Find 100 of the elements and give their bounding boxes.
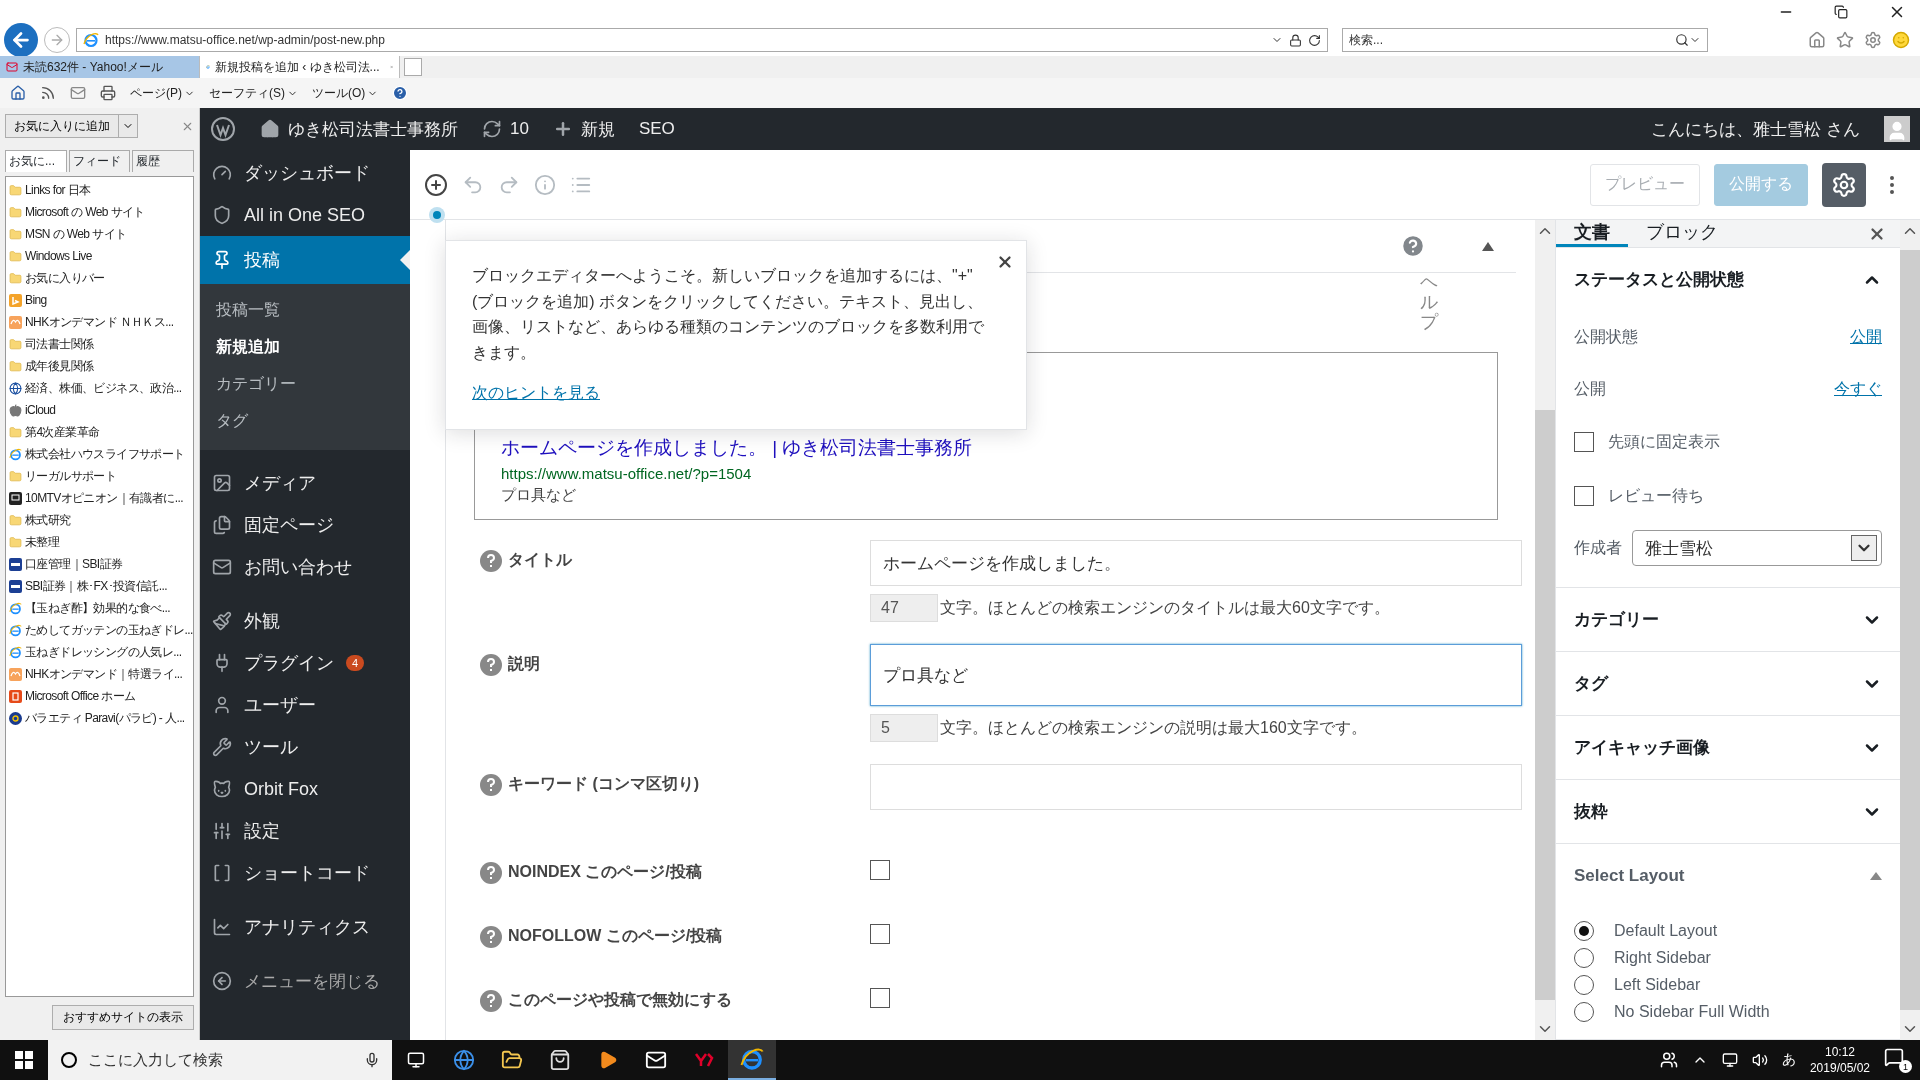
command-menu[interactable]: ページ(P) (130, 84, 195, 102)
favorite-item[interactable]: Links for 日本 (9, 179, 190, 201)
updates-link[interactable]: 10 (482, 119, 529, 139)
favorite-item[interactable]: 【玉ねぎ酢】効果的な食べ... (9, 597, 190, 619)
help-icon[interactable] (480, 774, 502, 796)
refresh-icon[interactable] (1308, 33, 1321, 47)
favorite-item[interactable]: Windows Live (9, 245, 190, 267)
favorite-item[interactable]: 10MTVオピニオン｜有識者に... (9, 487, 190, 509)
help-label[interactable]: ヘルプ (1420, 273, 1438, 352)
settings-button[interactable] (1822, 162, 1866, 207)
sidebar-tab[interactable]: ブロック (1628, 220, 1736, 247)
sidebar-item[interactable]: 設定 (200, 810, 410, 852)
people-icon[interactable] (1659, 1051, 1678, 1069)
help-icon[interactable] (480, 550, 502, 572)
restore-icon[interactable] (1834, 5, 1848, 19)
feed-icon[interactable] (40, 85, 56, 101)
favorite-item[interactable]: SBI証券｜株･FX･投資信託... (9, 575, 190, 597)
favorite-item[interactable]: 未整理 (9, 531, 190, 553)
star-icon[interactable] (1836, 31, 1854, 49)
sidebar-tab[interactable]: 文書 (1556, 220, 1628, 247)
favorite-item[interactable]: iCloud (9, 399, 190, 421)
home-icon[interactable] (10, 85, 26, 101)
favorite-item[interactable]: NHKオンデマンド ＮＨＫス... (9, 311, 190, 333)
submenu-item[interactable]: タグ (200, 403, 410, 440)
circle-icon[interactable] (60, 1051, 78, 1069)
refresh-icon[interactable] (482, 119, 502, 139)
microphone-icon[interactable] (364, 1052, 380, 1068)
sidebar-item[interactable]: Orbit Fox (200, 768, 410, 810)
clock-date[interactable]: 2019/05/02 (1809, 1060, 1870, 1076)
panel-header[interactable]: ステータスと公開状態 (1556, 248, 1900, 311)
favorites-tab[interactable]: お気に... (5, 150, 67, 172)
submenu-item[interactable]: カテゴリー (200, 366, 410, 403)
panel-header[interactable]: Select Layout (1556, 844, 1900, 907)
favorite-item[interactable]: MSN の Web サイト (9, 223, 190, 245)
sidebar-item[interactable]: アナリティクス (200, 906, 410, 948)
help-icon[interactable] (480, 862, 502, 884)
globe-icon[interactable] (453, 1049, 475, 1071)
favorite-item[interactable]: 株式研究 (9, 509, 190, 531)
mail-icon[interactable] (645, 1049, 667, 1071)
windows-logo-icon[interactable] (15, 1051, 33, 1069)
close-icon[interactable] (996, 253, 1014, 271)
text-field[interactable]: プロ具など (870, 644, 1522, 706)
favorite-item[interactable]: 玉ねぎドレッシングの人気レ... (9, 641, 190, 663)
command-menu[interactable]: ツール(O) (312, 84, 379, 102)
sidebar-item[interactable]: プラグイン 4 (200, 642, 410, 684)
favorite-item[interactable]: バラエティ Paravi(パラビ) - 人... (9, 707, 190, 729)
collapse-triangle-icon[interactable] (1482, 241, 1494, 251)
favorite-item[interactable]: Microsoft の Web サイト (9, 201, 190, 223)
favorites-tab[interactable]: 履歴 (132, 150, 194, 172)
seo-link[interactable]: SEO (638, 119, 675, 139)
store-icon[interactable] (549, 1049, 571, 1071)
add-favorite-button[interactable]: お気に入りに追加 (5, 114, 138, 138)
panel-header[interactable]: 抜粋 (1556, 780, 1900, 843)
sidebar-item[interactable]: 投稿 (200, 236, 410, 284)
search-icon[interactable] (1675, 33, 1689, 47)
help-icon[interactable] (392, 85, 409, 101)
text-field[interactable] (870, 764, 1522, 810)
favorite-item[interactable]: 口座管理｜SBI証券 (9, 553, 190, 575)
y-logo-icon[interactable] (694, 1052, 714, 1068)
favorite-item[interactable]: Microsoft Office ホーム (9, 685, 190, 707)
sidebar-item[interactable]: ツール (200, 726, 410, 768)
add-block-icon[interactable] (424, 172, 448, 197)
text-field[interactable]: ホームページを作成しました。 (870, 540, 1522, 586)
search-field[interactable]: 検索... (1342, 28, 1708, 52)
panel-header[interactable]: カテゴリー (1556, 588, 1900, 651)
sidebar-item[interactable]: 固定ページ (200, 504, 410, 546)
submenu-item[interactable]: 新規追加 (200, 329, 410, 366)
checkbox[interactable] (1574, 486, 1594, 506)
browser-tab[interactable]: 未読632件 - Yahoo!メール (0, 56, 200, 78)
scrollbar-thumb[interactable] (1535, 410, 1555, 1000)
favorite-item[interactable]: お気に入りバー (9, 267, 190, 289)
settings-icon[interactable] (1864, 31, 1882, 49)
sidebar-item[interactable]: All in One SEO (200, 194, 410, 236)
favorites-tab[interactable]: フィード (68, 150, 131, 172)
collapse-menu-button[interactable]: メニューを閉じる (200, 960, 410, 1002)
sidebar-item[interactable]: メディア (200, 462, 410, 504)
greeting-link[interactable]: こんにちは、雅士雪松 さん (1651, 117, 1860, 141)
volume-icon[interactable] (1751, 1052, 1768, 1068)
task-view-icon[interactable] (407, 1051, 425, 1069)
help-icon[interactable] (480, 654, 502, 676)
back-button[interactable] (4, 23, 38, 57)
ime-indicator[interactable]: あ (1781, 1051, 1796, 1069)
checkbox[interactable] (870, 924, 890, 944)
panel-header[interactable]: アイキャッチ画像 (1556, 716, 1900, 779)
sidebar-item[interactable]: ショートコード (200, 852, 410, 894)
browser-tab[interactable]: 新規投稿を追加 ‹ ゆき松司法... (200, 56, 400, 78)
favorite-item[interactable]: 成年後見関係 (9, 355, 190, 377)
checkbox[interactable] (1574, 432, 1594, 452)
suggested-sites-button[interactable]: おすすめサイトの表示 (52, 1005, 194, 1030)
favorite-item[interactable]: 経済、株価、ビジネス、政治... (9, 377, 190, 399)
favorite-item[interactable]: Bing (9, 289, 190, 311)
favorite-item[interactable]: 第4次産業革命 (9, 421, 190, 443)
next-tip-link[interactable]: 次のヒントを見る (472, 383, 600, 404)
help-icon[interactable] (480, 926, 502, 948)
arrow-left-circle-icon[interactable] (212, 971, 232, 991)
message-icon[interactable] (1884, 1047, 1904, 1067)
sidebar-item[interactable]: 外観 (200, 600, 410, 642)
submenu-item[interactable]: 投稿一覧 (200, 292, 410, 329)
taskbar-search-field[interactable]: ここに入力して検索 (48, 1040, 392, 1080)
wordpress-logo-icon[interactable] (210, 116, 236, 142)
